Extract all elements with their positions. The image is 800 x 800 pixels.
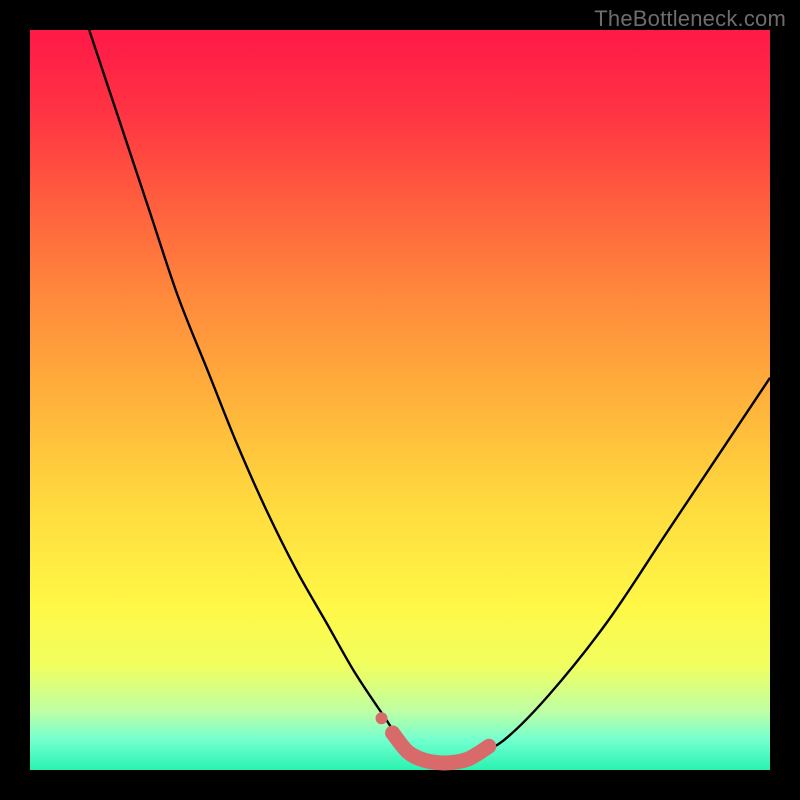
watermark: TheBottleneck.com (594, 6, 786, 32)
highlight-stroke (393, 733, 489, 763)
highlight-segment (376, 712, 489, 763)
bottleneck-curve (89, 30, 770, 764)
highlight-dot (376, 712, 388, 724)
chart-overlay (30, 30, 770, 770)
chart-frame: TheBottleneck.com (0, 0, 800, 800)
